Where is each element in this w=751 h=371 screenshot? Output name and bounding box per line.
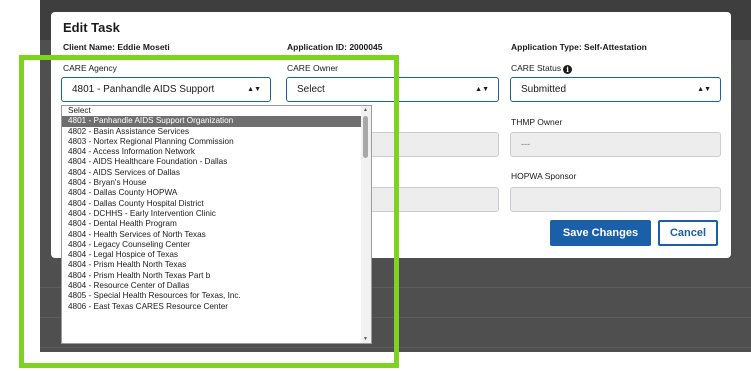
care-status-label: CARE Status i xyxy=(511,63,573,74)
care-status-label-text: CARE Status xyxy=(511,63,562,73)
thmp-owner-field: --- xyxy=(510,132,721,157)
select-arrows-icon: ▲▼ xyxy=(475,86,489,93)
save-changes-button[interactable]: Save Changes xyxy=(550,220,651,246)
application-id: Application ID: 2000045 xyxy=(287,42,383,52)
modal-title: Edit Task xyxy=(63,20,120,35)
application-type: Application Type: Self-Attestation xyxy=(511,42,647,52)
cancel-button[interactable]: Cancel xyxy=(658,220,718,246)
hopwa-sponsor-label: HOPWA Sponsor xyxy=(511,171,577,181)
client-name: Client Name: Eddie Moseti xyxy=(63,42,170,52)
hopwa-sponsor-field xyxy=(510,187,721,212)
care-status-value: Submitted xyxy=(521,84,567,95)
highlight-frame xyxy=(19,55,399,368)
info-icon[interactable]: i xyxy=(563,65,573,74)
thmp-owner-label: THMP Owner xyxy=(511,117,563,127)
care-status-select[interactable]: Submitted ▲▼ xyxy=(510,77,721,102)
select-arrows-icon: ▲▼ xyxy=(697,86,711,93)
